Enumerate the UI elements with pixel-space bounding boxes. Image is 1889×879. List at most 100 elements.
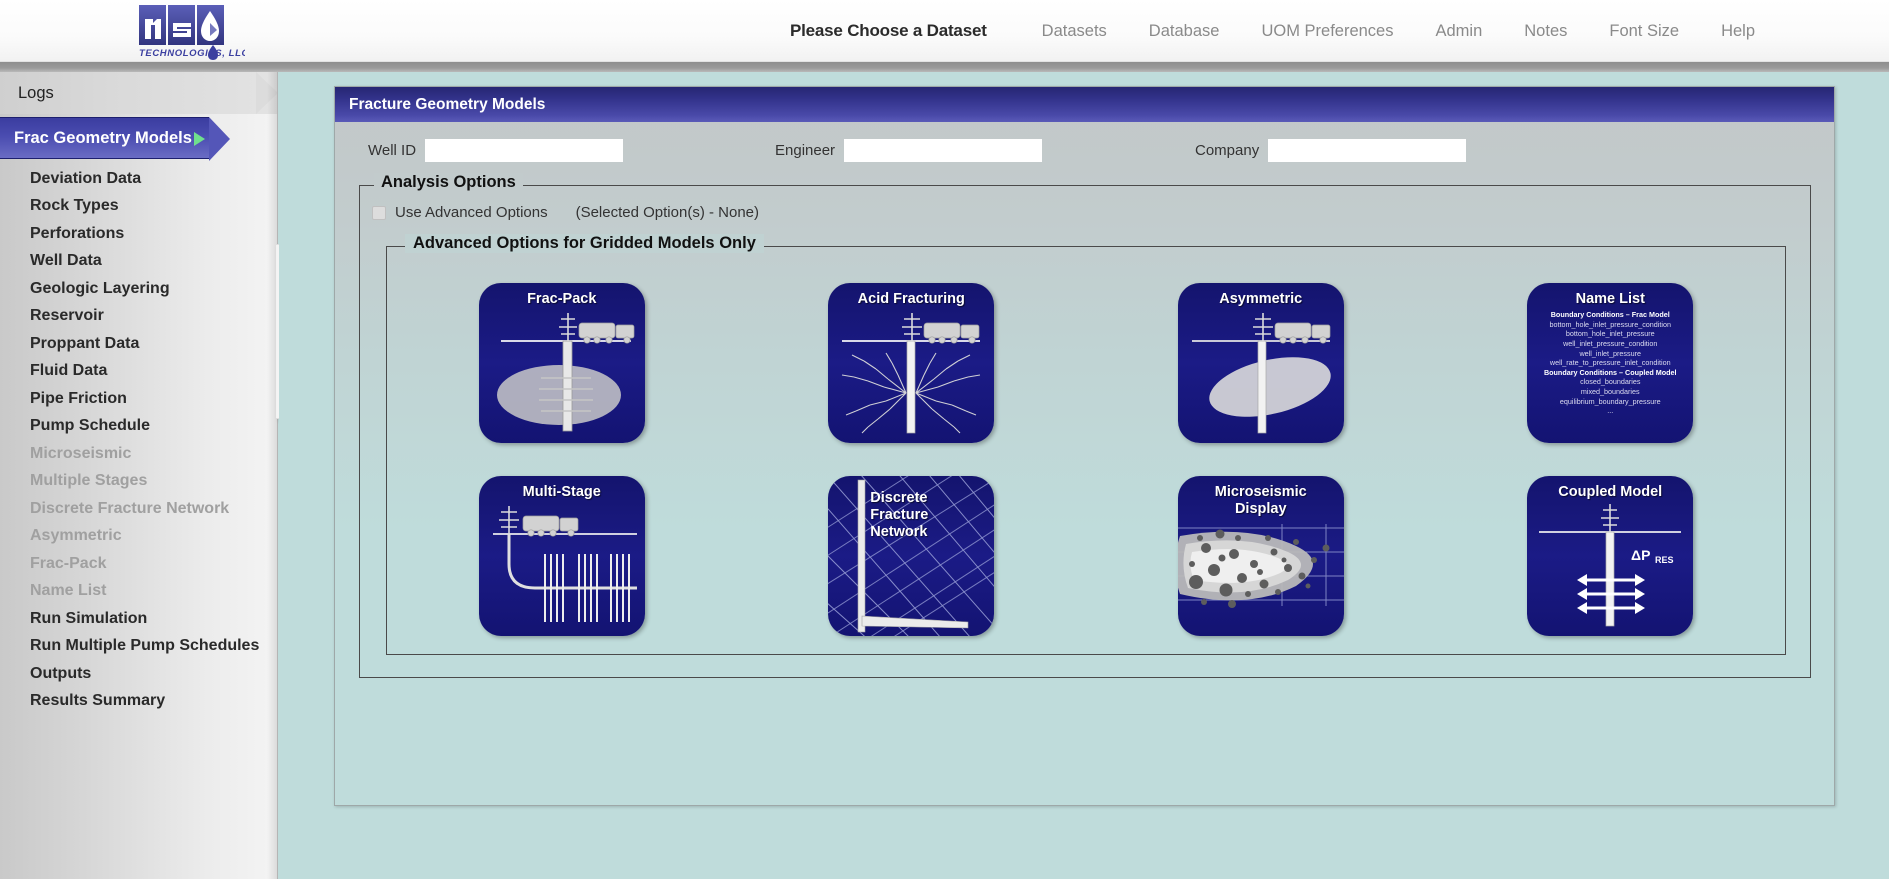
tile-acid-fracturing[interactable]: Acid Fracturing <box>828 283 995 444</box>
well-info-form: Well ID Engineer Company <box>335 131 1834 171</box>
name-list-entry: equilibrium_boundary_pressure <box>1559 396 1661 406</box>
nav-link-uom-preferences[interactable]: UOM Preferences <box>1240 22 1414 41</box>
tile-asymmetric-title: Asymmetric <box>1219 291 1303 308</box>
sidebar-item-label: Geologic Layering <box>30 279 170 297</box>
sidebar-item-pipe-friction[interactable]: Pipe Friction <box>0 385 277 413</box>
sidebar-item-asymmetric: Asymmetric <box>0 523 277 551</box>
field-company: Company <box>1195 139 1467 162</box>
sidebar-item-reservoir[interactable]: Reservoir <box>0 303 277 331</box>
sidebar-item-label: Deviation Data <box>30 169 142 187</box>
tile-frac-pack-title: Frac-Pack <box>527 291 597 308</box>
nav-link-help[interactable]: Help <box>1700 22 1776 41</box>
sidebar-item-label: Rock Types <box>30 197 119 215</box>
advanced-options-group: Advanced Options for Gridded Models Only… <box>386 234 1786 655</box>
name-list-heading: Boundary Conditions – Coupled Model <box>1543 367 1677 377</box>
name-list-entry: well_inlet_pressure <box>1579 348 1642 358</box>
analysis-options-group: Analysis Options Use Advanced Options (S… <box>359 173 1811 678</box>
sidebar-item-discrete-fracture-network: Discrete Fracture Network <box>0 495 277 523</box>
main-navigation: Please Choose a Dataset Datasets Databas… <box>790 0 1776 62</box>
sidebar-edge-shadow <box>267 72 277 879</box>
sidebar-item-pump-schedule[interactable]: Pump Schedule <box>0 413 277 441</box>
sidebar-item-proppant-data[interactable]: Proppant Data <box>0 330 277 358</box>
nav-link-datasets[interactable]: Datasets <box>1021 22 1128 41</box>
sidebar-item-run-simulation[interactable]: Run Simulation <box>0 605 277 633</box>
sidebar-item-label: Run Multiple Pump Schedules <box>30 637 260 655</box>
nav-link-database[interactable]: Database <box>1128 22 1241 41</box>
name-list-entry: bottom_hole_inlet_pressure <box>1565 329 1655 339</box>
tile-asymmetric[interactable]: Asymmetric <box>1177 283 1344 444</box>
sidebar-item-label: Discrete Fracture Network <box>30 499 230 517</box>
sidebar-item-label: Frac-Pack <box>30 554 107 572</box>
sidebar-active-label: Frac Geometry Models <box>14 128 192 147</box>
name-list-entry: well_inlet_pressure_condition <box>1563 339 1658 349</box>
nav-link-notes[interactable]: Notes <box>1503 22 1588 41</box>
active-arrow-shape <box>209 117 230 161</box>
sidebar-item-frac-geometry-models[interactable]: Frac Geometry Models <box>0 117 230 161</box>
svg-text:ΔP: ΔP <box>1631 547 1650 563</box>
name-list-entry: mixed_boundaries <box>1580 387 1640 396</box>
use-advanced-options-checkbox[interactable] <box>372 205 386 220</box>
nsi-logo-icon: TECHNOLOGIES, LLC. <box>139 5 245 60</box>
sidebar-item-label: Reservoir <box>30 307 104 325</box>
tile-coupled-model-title: Coupled Model <box>1558 483 1663 500</box>
well-id-label: Well ID <box>368 142 417 159</box>
sidebar-item-deviation-data[interactable]: Deviation Data <box>0 165 277 193</box>
top-bar: TECHNOLOGIES, LLC. Please Choose a Datas… <box>0 0 1889 62</box>
well-id-input[interactable] <box>425 139 624 162</box>
tile-acid-fracturing-title: Acid Fracturing <box>857 291 965 308</box>
fracture-geometry-models-panel: Fracture Geometry Models Well ID Enginee… <box>334 86 1835 806</box>
nsi-logo[interactable]: TECHNOLOGIES, LLC. <box>135 3 245 61</box>
sidebar-item-label: Microseismic <box>30 444 132 462</box>
svg-text:TECHNOLOGIES, LLC.: TECHNOLOGIES, LLC. <box>139 48 245 59</box>
panel-header: Fracture Geometry Models <box>335 87 1834 122</box>
use-advanced-options-row: Use Advanced Options (Selected Option(s)… <box>372 204 759 221</box>
sidebar-item-multiple-stages: Multiple Stages <box>0 468 277 496</box>
main-content: Fracture Geometry Models Well ID Enginee… <box>279 72 1889 879</box>
tile-multi-stage-title: Multi-Stage <box>522 483 601 500</box>
sidebar-item-fluid-data[interactable]: Fluid Data <box>0 358 277 386</box>
sidebar-item-results-summary[interactable]: Results Summary <box>0 688 277 716</box>
selected-options-note: (Selected Option(s) - None) <box>575 204 759 221</box>
sidebar-item-list: Deviation Data Rock Types Perforations Well… <box>0 165 277 715</box>
tile-dfn-line1: Discrete <box>870 489 928 506</box>
sidebar-item-outputs[interactable]: Outputs <box>0 660 277 688</box>
nav-link-font-size[interactable]: Font Size <box>1588 22 1700 41</box>
sidebar-item-name-list: Name List <box>0 578 277 606</box>
sidebar-item-label: Proppant Data <box>30 334 140 352</box>
model-tiles-grid: Frac-Pack Acid Fracturing Asymmetric Nam… <box>387 267 1785 652</box>
name-list-entry: closed_boundaries <box>1580 377 1641 387</box>
sidebar-item-label: Multiple Stages <box>30 472 148 490</box>
sidebar-item-label: Perforations <box>30 224 125 242</box>
sidebar-item-logs[interactable]: Logs <box>0 72 277 114</box>
sidebar-item-rock-types[interactable]: Rock Types <box>0 193 277 221</box>
sidebar-item-perforations[interactable]: Perforations <box>0 220 277 248</box>
tile-microseismic-display[interactable]: Microseismic Display <box>1177 475 1344 636</box>
sidebar-item-label: Name List <box>30 582 107 600</box>
advanced-options-legend: Advanced Options for Gridded Models Only <box>405 234 764 253</box>
tile-dfn-line3: Network <box>870 523 928 540</box>
sidebar-item-label: Run Simulation <box>30 609 148 627</box>
tile-multi-stage[interactable]: Multi-Stage <box>478 475 645 636</box>
sidebar-item-label: Outputs <box>30 664 92 682</box>
sidebar-item-label: Results Summary <box>30 692 166 710</box>
name-list-heading: Boundary Conditions – Frac Model <box>1550 310 1670 320</box>
dataset-title: Please Choose a Dataset <box>790 21 987 40</box>
engineer-input[interactable] <box>844 139 1043 162</box>
tile-microseismic-line1: Microseismic <box>1214 483 1307 500</box>
nav-link-admin[interactable]: Admin <box>1414 22 1503 41</box>
tile-dfn-line2: Fracture <box>870 506 929 523</box>
analysis-options-legend: Analysis Options <box>374 173 523 192</box>
sidebar: Logs Frac Geometry Models Deviation Data… <box>0 72 278 879</box>
tile-microseismic-line2: Display <box>1234 500 1287 517</box>
sidebar-item-geologic-layering[interactable]: Geologic Layering <box>0 275 277 303</box>
field-engineer: Engineer <box>775 139 1043 162</box>
company-label: Company <box>1195 142 1260 159</box>
tile-coupled-model[interactable]: Coupled Model ΔP RES <box>1527 475 1694 636</box>
use-advanced-options-label: Use Advanced Options <box>395 204 548 221</box>
tile-name-list[interactable]: Name List Boundary Conditions – Frac Mod… <box>1527 283 1694 444</box>
sidebar-item-well-data[interactable]: Well Data <box>0 248 277 276</box>
tile-discrete-fracture-network[interactable]: Discrete Fracture Network <box>828 475 995 636</box>
sidebar-item-run-multiple-pump-schedules[interactable]: Run Multiple Pump Schedules <box>0 633 277 661</box>
company-input[interactable] <box>1268 139 1467 162</box>
tile-frac-pack[interactable]: Frac-Pack <box>478 283 645 444</box>
